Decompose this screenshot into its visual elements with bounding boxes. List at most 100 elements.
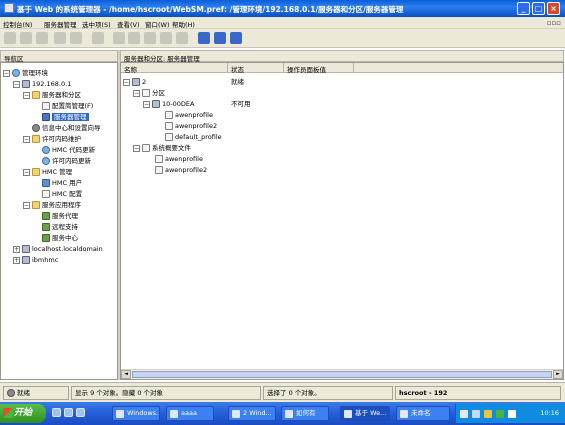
paste-icon[interactable] [144, 32, 156, 44]
back-icon[interactable] [4, 32, 16, 44]
network-icon[interactable] [472, 410, 480, 418]
tree-node-management-env[interactable]: − 管理环境 [3, 68, 48, 78]
collapse-icon[interactable]: − [133, 89, 140, 97]
stop-icon[interactable] [54, 32, 66, 44]
taskbar-task[interactable]: 如何有 [281, 406, 329, 421]
nav-pane-header: 导航区 [0, 50, 118, 63]
collapse-icon[interactable]: − [13, 80, 20, 88]
tree-node-hmc-code-update[interactable]: HMC 代码更新 [42, 145, 95, 155]
collapse-icon[interactable]: − [143, 100, 150, 108]
tree-node-service-center[interactable]: 服务中心 [42, 233, 78, 243]
scroll-right-icon[interactable]: ► [553, 370, 563, 379]
tree-node-service-apps[interactable]: − 服务应用程序 [23, 200, 81, 210]
minimize-button[interactable]: _ [517, 2, 530, 15]
up-icon[interactable] [36, 32, 48, 44]
column-divider[interactable] [227, 63, 228, 73]
tree-node-service-agent[interactable]: 服务代理 [42, 211, 78, 221]
table-row[interactable]: awenprofile2 [155, 165, 207, 175]
tree-node-info-center[interactable]: 信息中心和设置向导 [32, 123, 101, 133]
tree-node-ibmhmc[interactable]: + ibmhmc [13, 255, 58, 265]
tree-view-icon[interactable] [230, 32, 242, 44]
horizontal-scrollbar[interactable]: ◄ ► [121, 369, 563, 379]
column-header-name[interactable]: 名称 [124, 64, 137, 74]
column-header-status[interactable]: 状态 [231, 64, 244, 74]
column-divider[interactable] [353, 63, 354, 73]
menu-view[interactable]: 查看(V) [117, 19, 140, 29]
table-row[interactable]: − 系统概要文件 [133, 143, 191, 153]
column-divider[interactable] [283, 63, 284, 73]
tree-node-localhost[interactable]: + localhost.localdomain [13, 244, 103, 254]
cut-icon[interactable] [128, 32, 140, 44]
title-bar[interactable]: 基于 Web 的系统管理器 - /home/hscroot/WebSM.pref… [0, 0, 565, 17]
menu-selected[interactable]: 选中项(S) [82, 19, 111, 29]
windows-flag-icon [3, 408, 13, 418]
column-header-panel-value[interactable]: 操作员面板值 [287, 64, 326, 74]
system-tray: 10:16 [455, 404, 565, 423]
tree-node-license-maintenance[interactable]: − 许可内码维护 [23, 134, 81, 144]
clock[interactable]: 10:16 [540, 409, 559, 417]
table-row[interactable]: −10-00DEA [143, 99, 194, 109]
status-selection: 选择了 0 个对象。 [263, 386, 393, 400]
forward-icon[interactable] [20, 32, 32, 44]
security-icon[interactable] [496, 410, 504, 418]
maximize-button[interactable]: □ [532, 2, 545, 15]
check-icon[interactable] [92, 32, 104, 44]
collapse-icon[interactable]: − [123, 78, 130, 86]
tree-node-remote-support[interactable]: 远程支持 [42, 222, 78, 232]
collapse-icon[interactable]: − [23, 91, 30, 99]
collapse-icon[interactable]: − [3, 69, 10, 77]
tree-node-servers-partitions[interactable]: − 服务器和分区 [23, 90, 81, 100]
expand-icon[interactable]: + [13, 256, 20, 264]
collapse-icon[interactable]: − [23, 201, 30, 209]
quicklaunch-media-icon[interactable] [76, 408, 85, 417]
window-title: 基于 Web 的系统管理器 - /home/hscroot/WebSM.pref… [17, 5, 404, 14]
quicklaunch-browser-icon[interactable] [52, 408, 61, 417]
details-view-icon[interactable] [214, 32, 226, 44]
table-row[interactable]: awenprofile [155, 154, 203, 164]
status-object-count: 显示 9 个对象。隐藏 0 个对象 [71, 386, 261, 400]
tree-node-hmc-management[interactable]: − HMC 管理 [23, 167, 72, 177]
table-row[interactable]: awenprofile2 [165, 121, 217, 131]
menu-window[interactable]: 窗口(W) [145, 19, 170, 29]
collapse-icon[interactable]: − [23, 135, 30, 143]
table-row[interactable]: − 分区 [133, 88, 165, 98]
close-button[interactable]: × [547, 2, 560, 15]
menu-help[interactable]: 帮助(H) [172, 19, 195, 29]
refresh-icon[interactable] [70, 32, 82, 44]
delete-icon[interactable] [160, 32, 172, 44]
menu-server-management[interactable]: 服务器管理 [44, 19, 77, 29]
list-view-icon[interactable] [198, 32, 210, 44]
speaker-icon[interactable] [484, 410, 492, 418]
tree-node-profile-management[interactable]: 配置简管理(F) [42, 101, 93, 111]
mdi-controls-icon[interactable]: ▫▫▫ [547, 19, 561, 27]
document-icon [285, 410, 293, 418]
taskbar-task[interactable]: 未命名 [396, 406, 450, 421]
start-button[interactable]: 开始 [0, 404, 46, 423]
scroll-thumb[interactable] [132, 371, 552, 378]
table-row[interactable]: awenprofile [165, 110, 213, 120]
tree-node-host[interactable]: −192.168.0.1 [13, 79, 71, 89]
tree-node-hmc-users[interactable]: HMC 用户 [42, 178, 82, 188]
table-row[interactable]: −2 [123, 77, 146, 87]
taskbar-task-active[interactable]: 基于 We... [340, 406, 390, 421]
monitor-icon[interactable] [508, 410, 516, 418]
taskbar-task[interactable]: aaaa [166, 406, 214, 421]
scroll-left-icon[interactable]: ◄ [121, 370, 131, 379]
taskbar-task[interactable]: 2 Wind... [228, 406, 276, 421]
menu-console[interactable]: 控制台(N) [3, 19, 32, 29]
collapse-icon[interactable]: − [23, 168, 30, 176]
globe-icon [42, 157, 50, 165]
copy-icon[interactable] [113, 32, 125, 44]
profile-icon [165, 133, 173, 141]
taskbar-task[interactable]: Windows... [112, 406, 160, 421]
tree-node-license-update[interactable]: 许可内码更新 [42, 156, 91, 166]
tree-node-hmc-config[interactable]: HMC 配置 [42, 189, 82, 199]
run-icon[interactable] [176, 32, 188, 44]
tree-node-server-management[interactable]: 服务器管理 [42, 112, 89, 122]
folder-icon [32, 168, 40, 176]
collapse-icon[interactable]: − [133, 144, 140, 152]
table-row[interactable]: default_profile [165, 132, 222, 142]
keyboard-icon[interactable] [460, 410, 468, 418]
expand-icon[interactable]: + [13, 245, 20, 253]
quicklaunch-desktop-icon[interactable] [64, 408, 73, 417]
